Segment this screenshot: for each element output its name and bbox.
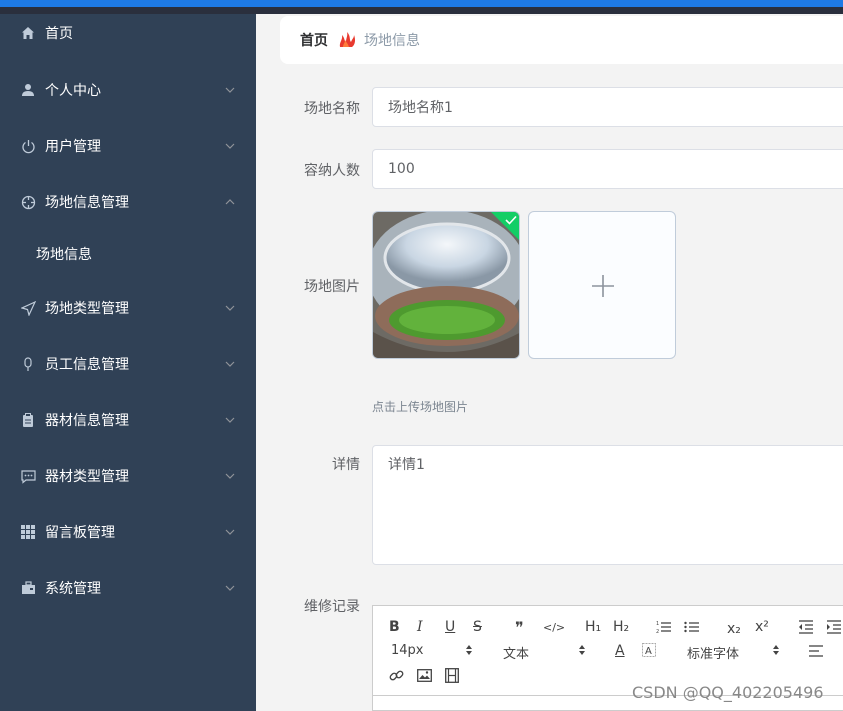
chevron-down-icon <box>225 143 235 149</box>
send-icon <box>20 300 36 316</box>
font-color-button[interactable]: A <box>615 642 625 660</box>
venue-name-value: 场地名称1 <box>388 100 453 116</box>
select-arrows-icon <box>773 645 779 655</box>
sidebar-item-label: 系统管理 <box>45 581 101 597</box>
sidebar-item-equipment-type-management[interactable]: 器材类型管理 <box>0 456 256 496</box>
chevron-down-icon <box>225 305 235 311</box>
sidebar-subitem-label: 场地信息 <box>36 247 92 263</box>
plus-icon <box>592 275 614 297</box>
breadcrumb-home-link[interactable]: 首页 <box>300 30 328 50</box>
detail-value: 详情1 <box>388 457 425 473</box>
sidebar-item-label: 器材信息管理 <box>45 413 129 429</box>
sidebar-item-equipment-management[interactable]: 器材信息管理 <box>0 400 256 440</box>
power-icon <box>20 138 36 154</box>
video-icon[interactable] <box>445 668 459 683</box>
breadcrumb: 首页 场地信息 <box>280 16 843 64</box>
subscript-button[interactable]: x₂ <box>727 620 741 638</box>
chevron-down-icon <box>225 361 235 367</box>
venue-name-input[interactable]: 场地名称1 <box>372 87 843 127</box>
chevron-down-icon <box>225 417 235 423</box>
sidebar-item-home[interactable]: 首页 <box>0 13 256 53</box>
select-arrows-icon <box>579 645 585 655</box>
detail-textarea[interactable]: 详情1 <box>372 445 843 565</box>
underline-button[interactable]: U <box>445 618 455 636</box>
venue-name-label: 场地名称 <box>304 101 360 117</box>
image-icon[interactable] <box>417 669 432 682</box>
capacity-value: 100 <box>388 161 415 177</box>
flame-separator-icon <box>339 32 356 47</box>
sidebar-item-label: 员工信息管理 <box>45 357 129 373</box>
code-button[interactable]: </> <box>543 618 565 636</box>
sidebar-item-system-management[interactable]: 系统管理 <box>0 568 256 608</box>
sidebar-item-staff-management[interactable]: 员工信息管理 <box>0 344 256 384</box>
outdent-icon[interactable] <box>798 620 814 634</box>
image-upload-hint: 点击上传场地图片 <box>372 400 469 414</box>
crosshair-icon <box>20 194 36 210</box>
chevron-up-icon <box>225 199 235 205</box>
link-icon[interactable] <box>389 668 404 683</box>
bullet-list-icon[interactable] <box>684 620 700 634</box>
image-upload-button[interactable] <box>528 211 676 359</box>
check-icon <box>505 215 517 225</box>
indent-icon[interactable] <box>826 620 842 634</box>
breadcrumb-current: 场地信息 <box>364 33 420 49</box>
home-icon <box>20 25 36 41</box>
clipboard-icon <box>20 412 36 428</box>
font-family-select[interactable]: 标准字体 <box>687 643 739 662</box>
sidebar-item-label: 场地类型管理 <box>45 301 129 317</box>
sidebar-item-venue-type-management[interactable]: 场地类型管理 <box>0 288 256 328</box>
svg-text:1: 1 <box>656 621 659 627</box>
chevron-down-icon <box>225 87 235 93</box>
font-size-select[interactable]: 14px <box>391 643 424 658</box>
strike-button[interactable]: S <box>473 618 482 636</box>
chevron-down-icon <box>225 529 235 535</box>
csdn-watermark: CSDN @QQ_402205496 <box>632 683 824 702</box>
sidebar-subitem-venue-info[interactable]: 场地信息 <box>0 234 256 274</box>
capacity-label: 容纳人数 <box>304 163 360 179</box>
sidebar-item-label: 首页 <box>45 26 73 42</box>
sidebar-item-message-board-management[interactable]: 留言板管理 <box>0 512 256 552</box>
ordered-list-icon[interactable]: 12 <box>656 620 672 634</box>
quote-button[interactable]: ❞ <box>515 618 524 637</box>
chevron-down-icon <box>225 473 235 479</box>
sidebar-item-label: 场地信息管理 <box>45 195 129 211</box>
briefcase-icon <box>20 580 36 596</box>
select-arrows-icon <box>466 645 472 655</box>
sidebar-item-label: 个人中心 <box>45 83 101 99</box>
superscript-button[interactable]: x² <box>755 618 769 636</box>
sidebar-item-label: 器材类型管理 <box>45 469 129 485</box>
background-color-icon[interactable]: A <box>642 643 656 657</box>
venue-image-label: 场地图片 <box>304 279 360 295</box>
sidebar-item-user-management[interactable]: 用户管理 <box>0 126 256 166</box>
grid-icon <box>20 524 36 540</box>
chat-icon <box>20 468 36 484</box>
mic-icon <box>20 356 36 372</box>
sidebar-item-personal-center[interactable]: 个人中心 <box>0 70 256 110</box>
italic-button[interactable]: I <box>417 618 423 636</box>
heading2-button[interactable]: H₂ <box>613 618 629 636</box>
detail-label: 详情 <box>332 457 360 473</box>
capacity-input[interactable]: 100 <box>372 149 843 189</box>
heading1-button[interactable]: H₁ <box>585 618 601 636</box>
svg-text:2: 2 <box>656 629 659 634</box>
user-icon <box>20 82 36 98</box>
bold-button[interactable]: B <box>389 618 400 636</box>
sidebar-item-venue-management[interactable]: 场地信息管理 <box>0 182 256 222</box>
sidebar-item-label: 用户管理 <box>45 139 101 155</box>
svg-text:A: A <box>645 646 652 657</box>
chevron-down-icon <box>225 585 235 591</box>
align-left-icon[interactable] <box>809 645 823 657</box>
repair-record-label: 维修记录 <box>304 599 360 615</box>
sidebar-item-label: 留言板管理 <box>45 525 115 541</box>
venue-photo-thumbnail[interactable] <box>372 211 520 359</box>
paragraph-select[interactable]: 文本 <box>503 643 529 662</box>
top-accent-bar <box>0 0 843 7</box>
